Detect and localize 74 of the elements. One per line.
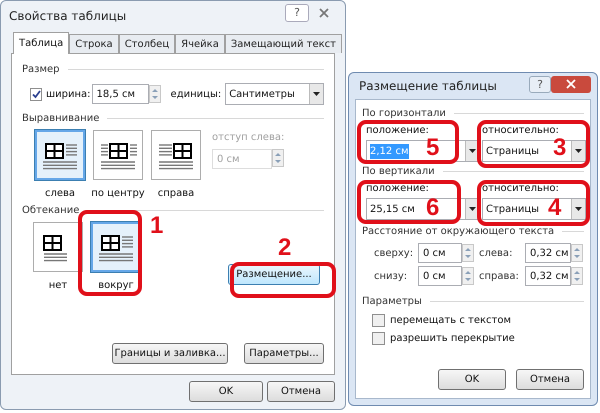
caret-icon [312,92,320,96]
help-button[interactable]: ? [529,76,551,92]
dropdown-button[interactable] [308,84,323,104]
section-label: Размер [22,63,60,77]
field-label: слева: [479,246,514,260]
field-label: отступ слева: [212,131,284,145]
input-field[interactable]: 0,32 см [525,266,571,286]
layout-option-button[interactable] [151,130,201,180]
tab[interactable]: Ячейка [175,34,225,53]
field-label: сверху: [374,246,414,260]
section-label: По горизонтали [362,107,446,121]
option-label: по центру [91,187,145,201]
dialog-button[interactable]: Параметры... [244,343,324,364]
section-label: Выравнивание [22,112,100,126]
spinner-icon [272,149,284,167]
tab[interactable]: Замещающий текст [224,34,342,53]
option-label: справа [158,187,194,201]
caret-icon [575,207,582,211]
layout-option-button[interactable] [35,130,85,180]
field-label: снизу: [374,270,408,284]
option-label: нет [48,279,68,293]
input-field[interactable]: 0,32 см [525,243,571,263]
dropdown-button[interactable] [571,141,585,161]
checkbox[interactable] [372,314,385,327]
field-label: ширина: [46,88,92,102]
option-label: вокруг [98,279,134,293]
spinner-icon [462,267,474,285]
window-title: Размещение таблицы [359,78,498,95]
checkbox-label: перемещать с текстом [390,314,512,328]
caret-icon [575,149,582,153]
check-icon [32,90,40,98]
field-label: положение: [366,182,430,196]
spinner-icon [571,267,583,285]
dialog-button[interactable]: Границы и заливка... [112,343,228,364]
window-title: Свойства таблицы [9,8,128,25]
close-icon [319,8,329,18]
help-button[interactable]: ? [285,4,309,22]
field-label: единицы: [170,88,222,102]
dialog-button[interactable]: Отмена [267,381,335,402]
spinner-icon [571,244,583,262]
layout-option-button[interactable] [33,222,83,272]
checkbox[interactable] [372,332,385,345]
option-label: слева [44,187,76,201]
tab[interactable]: Столбец [118,34,176,53]
field-label: справа: [479,270,520,284]
dialog-button[interactable]: OK [438,369,506,390]
tab[interactable]: Строка [69,34,119,53]
dropdown[interactable]: Страницы [483,199,547,219]
input-field[interactable]: 18,5 см [92,84,149,104]
input-field[interactable]: 0 см [418,266,462,286]
section-label: Параметры [362,295,422,309]
dialog-button[interactable]: Отмена [516,369,584,390]
field-label: положение: [366,124,430,138]
section-label: По вертикали [362,165,435,179]
section-label: Обтекание [22,204,80,218]
input-field[interactable]: 0 см [418,243,462,263]
step-number: 1 [150,212,164,240]
step-number: 2 [278,234,292,262]
spinner-icon [148,85,161,103]
checkbox-label: разрешить перекрытие [390,332,515,346]
dropdown-value: Сантиметры [229,88,296,102]
close-button[interactable] [551,76,591,92]
layout-option-button[interactable] [93,130,143,180]
dropdown-button[interactable] [571,199,585,219]
layout-option-button[interactable] [91,222,141,272]
section-label: Расстояние от окружающего текста [362,225,554,239]
spinner-icon [462,244,474,262]
tab[interactable]: Таблица [13,32,70,54]
step-number: 4 [548,194,562,222]
field-label: относительно: [482,182,560,196]
close-icon [566,79,576,89]
dropdown[interactable]: Сантиметры [225,83,324,105]
checkbox[interactable] [30,88,42,100]
dialog-button[interactable]: OK [189,381,263,402]
